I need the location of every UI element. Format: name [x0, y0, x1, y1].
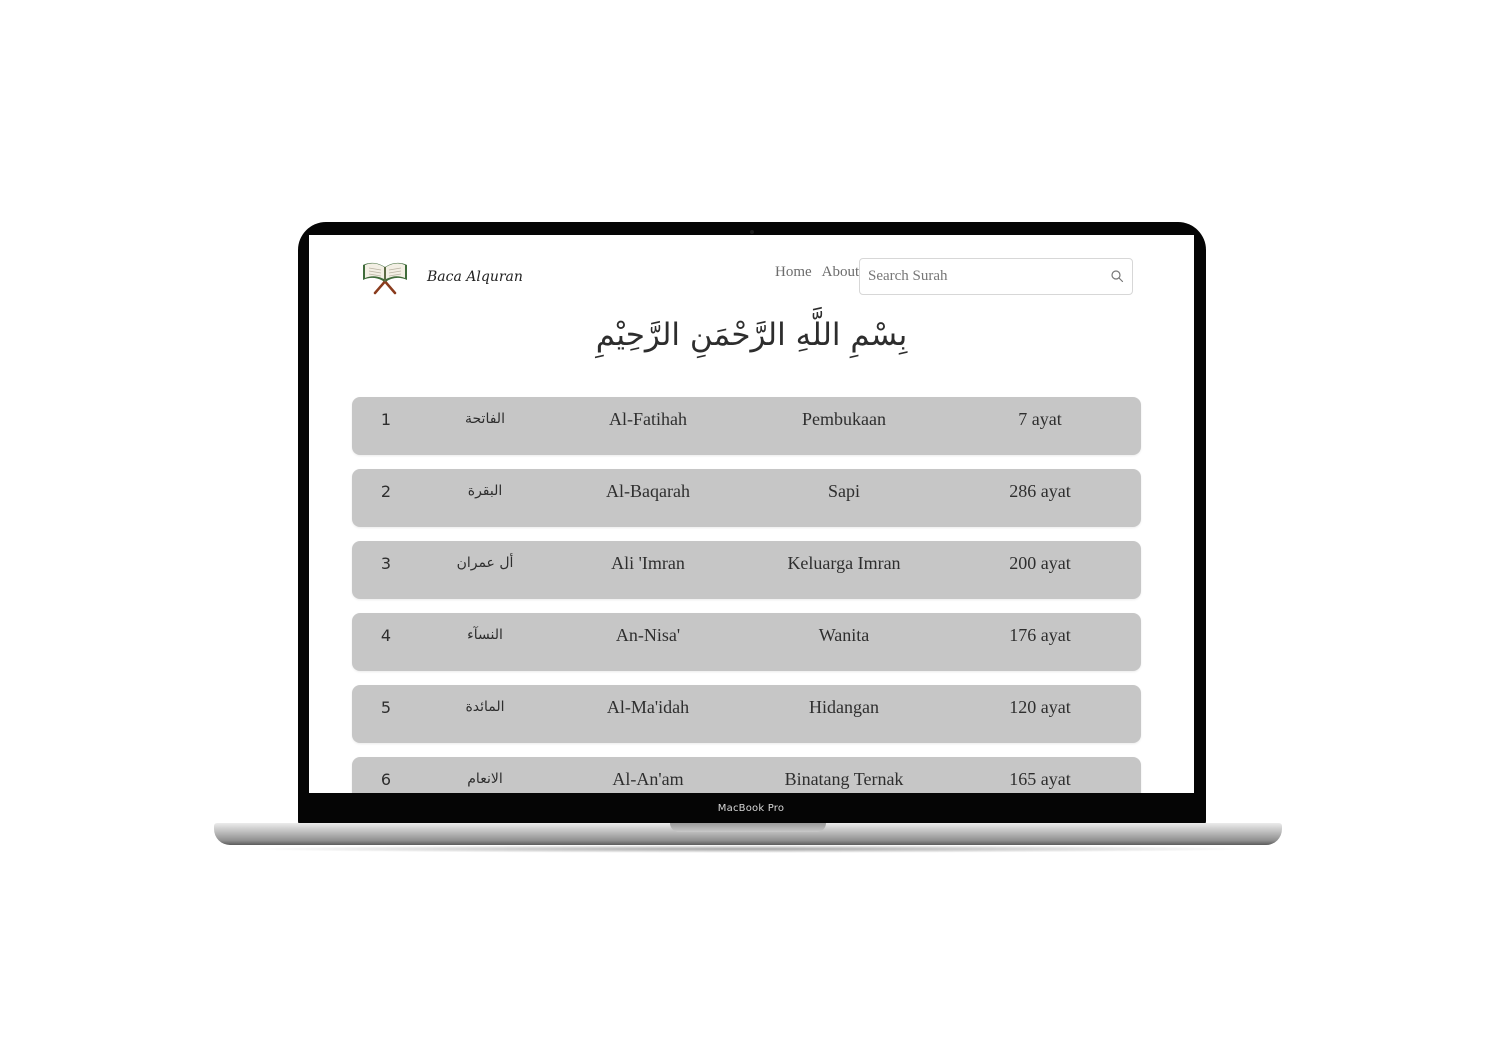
- surah-arabic-name: النسآء: [467, 627, 503, 643]
- surah-number: 1: [380, 410, 392, 429]
- device-label: MacBook Pro: [717, 803, 785, 814]
- surah-arabic-name: أل عمران: [456, 555, 514, 571]
- search-box: [859, 258, 1133, 295]
- surah-latin-name: Al-Baqarah: [606, 481, 690, 501]
- surah-meaning: Keluarga Imran: [787, 553, 901, 573]
- camera-dot: [750, 230, 754, 234]
- surah-number: 3: [380, 554, 392, 573]
- surah-arabic-name: الفاتحة: [465, 411, 505, 427]
- surah-row[interactable]: 2 البقرة Al-Baqarah Sapi 286 ayat: [352, 469, 1141, 527]
- surah-ayat-count: 176 ayat: [1009, 625, 1071, 645]
- quran-book-icon: [363, 262, 407, 295]
- surah-latin-name: An-Nisa': [615, 625, 681, 645]
- surah-list: 1 الفاتحة Al-Fatihah Pembukaan 7 ayat 2 …: [352, 397, 1141, 793]
- surah-meaning: Binatang Ternak: [784, 769, 904, 789]
- surah-meaning: Hidangan: [809, 697, 879, 717]
- search-input[interactable]: [860, 259, 1100, 294]
- surah-latin-name: Ali 'Imran: [611, 553, 685, 573]
- search-icon[interactable]: [1110, 269, 1124, 283]
- surah-latin-name: Al-Ma'idah: [606, 697, 690, 717]
- surah-number: 5: [380, 698, 392, 717]
- laptop-notch: [670, 823, 826, 832]
- surah-ayat-count: 286 ayat: [1009, 481, 1071, 501]
- surah-arabic-name: الانعام: [467, 771, 503, 787]
- surah-latin-name: Al-Fatihah: [609, 409, 687, 429]
- laptop-screen: Baca Alquran Home About بِسْمِ اللَّهِ ا…: [309, 235, 1194, 793]
- nav-link-home[interactable]: Home: [775, 264, 812, 281]
- nav-link-about[interactable]: About: [822, 264, 860, 281]
- surah-ayat-count: 200 ayat: [1009, 553, 1071, 573]
- surah-meaning: Pembukaan: [802, 409, 886, 429]
- surah-meaning: Sapi: [827, 481, 860, 501]
- navbar: Baca Alquran Home About: [309, 235, 1194, 313]
- surah-number: 2: [380, 482, 392, 501]
- surah-meaning: Wanita: [818, 625, 870, 645]
- surah-row[interactable]: 5 المائدة Al-Ma'idah Hidangan 120 ayat: [352, 685, 1141, 743]
- surah-number: 4: [380, 626, 392, 645]
- surah-row[interactable]: 3 أل عمران Ali 'Imran Keluarga Imran 200…: [352, 541, 1141, 599]
- brand[interactable]: Baca Alquran: [361, 257, 523, 295]
- basmala-heading: بِسْمِ اللَّهِ الرَّحْمَنِ الرَّحِيْمِ: [595, 317, 908, 353]
- nav-links: Home About: [775, 264, 859, 281]
- surah-row[interactable]: 4 النسآء An-Nisa' Wanita 176 ayat: [352, 613, 1141, 671]
- surah-arabic-name: البقرة: [467, 483, 503, 499]
- surah-ayat-count: 120 ayat: [1009, 697, 1071, 717]
- brand-name: Baca Alquran: [427, 269, 523, 285]
- surah-arabic-name: المائدة: [465, 699, 505, 715]
- surah-ayat-count: 7 ayat: [1018, 409, 1062, 429]
- surah-latin-name: Al-An'am: [612, 769, 684, 789]
- surah-ayat-count: 165 ayat: [1009, 769, 1071, 789]
- laptop-shadow: [240, 845, 1260, 853]
- surah-row[interactable]: 1 الفاتحة Al-Fatihah Pembukaan 7 ayat: [352, 397, 1141, 455]
- surah-number: 6: [380, 770, 392, 789]
- surah-row[interactable]: 6 الانعام Al-An'am Binatang Ternak 165 a…: [352, 757, 1141, 793]
